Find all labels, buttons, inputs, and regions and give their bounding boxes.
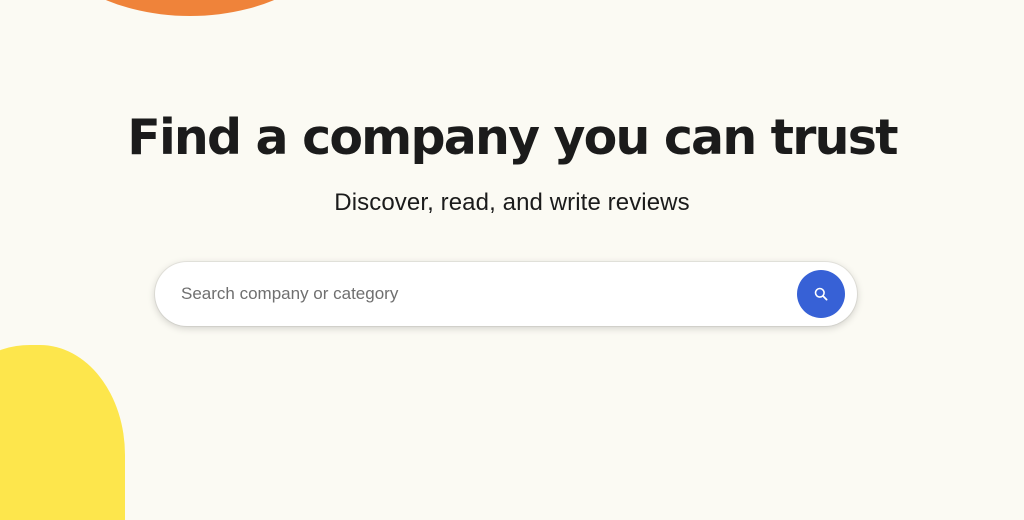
search-icon — [814, 287, 828, 301]
page-subheadline: Discover, read, and write reviews — [334, 189, 690, 216]
hero-section: Find a company you can trust Discover, r… — [0, 0, 1024, 493]
search-bar — [155, 262, 857, 326]
search-button[interactable] — [797, 270, 845, 318]
page-headline: Find a company you can trust — [127, 109, 898, 166]
search-input[interactable] — [181, 262, 781, 326]
